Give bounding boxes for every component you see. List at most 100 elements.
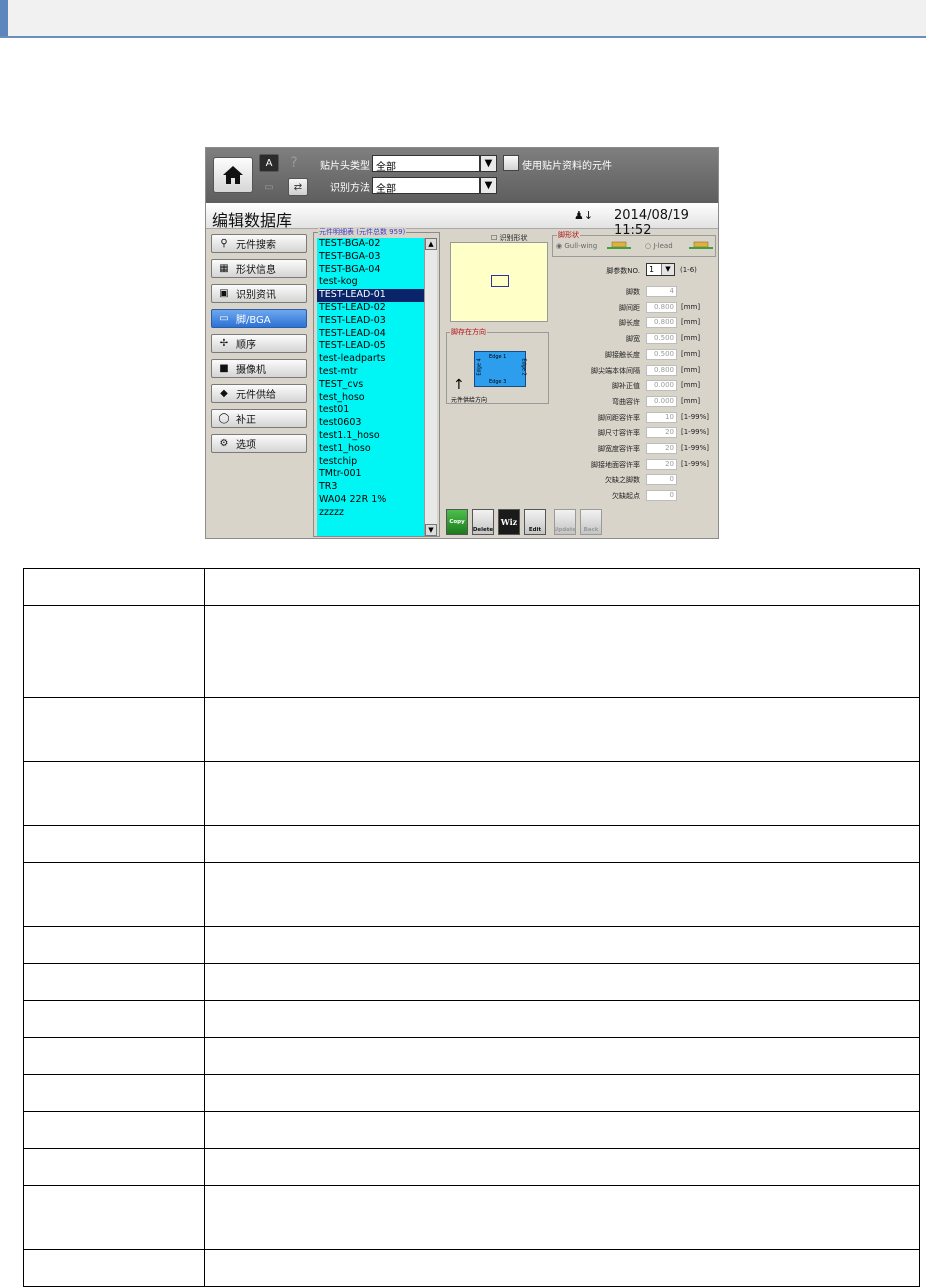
lead-direction-title: 脚存在方向 — [450, 327, 487, 337]
param-label: 脚接触长度 — [605, 350, 640, 359]
title-bar: 编辑数据库 ♟↓ 2014/08/19 11:52 — [206, 203, 718, 238]
table-cell — [23, 1037, 205, 1075]
feeder-icon: ◆ — [220, 388, 228, 399]
nav-item-lead-bga[interactable]: ▭ 脚/BGA — [211, 309, 307, 328]
correction-icon: ◯ — [218, 413, 230, 424]
j-lead-radio[interactable]: ○ J-lead — [645, 242, 673, 250]
list-item[interactable]: test0603 — [317, 417, 424, 430]
param-unit: [1-99%] — [681, 444, 709, 452]
list-item[interactable]: test1.1_hoso — [317, 430, 424, 443]
param-value-field[interactable]: 0.800 — [646, 364, 677, 376]
list-item[interactable]: test01 — [317, 404, 424, 417]
table-cell — [204, 761, 920, 826]
table-cell — [204, 568, 920, 606]
param-unit: [1-99%] — [681, 428, 709, 437]
table-row — [23, 825, 920, 863]
list-item[interactable]: TEST-LEAD-04 — [317, 328, 424, 341]
list-item[interactable]: TEST-LEAD-01 — [317, 289, 424, 302]
recog-icon: ▣ — [219, 288, 229, 299]
scroll-down-icon[interactable]: ▼ — [425, 524, 437, 536]
param-value-field[interactable]: 0.500 — [646, 348, 677, 360]
list-item[interactable]: TMtr-001 — [317, 468, 424, 481]
table-row — [23, 1074, 920, 1112]
param-value-field[interactable]: 0.000 — [646, 380, 677, 392]
param-value-field[interactable]: 0.500 — [646, 333, 677, 345]
list-item[interactable]: TEST-LEAD-02 — [317, 302, 424, 315]
nav-item-options[interactable]: ⚙ 选项 — [211, 434, 307, 453]
page-title: 编辑数据库 — [212, 211, 293, 230]
param-unit: [mm] — [681, 318, 701, 327]
param-label: 欠缺之脚数 — [605, 476, 640, 485]
list-item[interactable]: TEST-LEAD-03 — [317, 315, 424, 328]
list-item[interactable]: test_hoso — [317, 392, 424, 405]
edge-3-label: Edge 3 — [489, 379, 507, 385]
list-item[interactable]: test1_hoso — [317, 443, 424, 456]
use-patch-data-checkbox[interactable] — [503, 155, 519, 171]
list-scrollbar[interactable]: ▲ ▼ — [424, 238, 437, 536]
list-item[interactable]: test-kog — [317, 276, 424, 289]
home-button[interactable] — [213, 157, 253, 193]
table-row — [23, 761, 920, 826]
nav-item-recog[interactable]: ▣ 识别资讯 — [211, 284, 307, 303]
param-label: 脚宽度容许率 — [598, 445, 640, 453]
wiz-button[interactable]: Wiz — [498, 509, 520, 535]
param-value-field[interactable]: 0 — [646, 474, 677, 486]
param-value-field[interactable]: 10 — [646, 411, 677, 423]
param-value-field[interactable]: 4 — [646, 286, 677, 297]
chevron-down-icon[interactable]: ▼ — [480, 177, 497, 194]
text-icon[interactable]: A — [259, 154, 279, 172]
recog-method-select[interactable]: 全部 — [372, 177, 480, 195]
datetime: 2014/08/19 11:52 — [614, 208, 689, 238]
list-item[interactable]: TEST_cvs — [317, 379, 424, 392]
component-list[interactable]: TEST-BGA-02 TEST-BGA-03 TEST-BGA-04 test-ko… — [317, 238, 424, 536]
param-value-field[interactable]: 20 — [646, 427, 677, 439]
param-value-field[interactable]: 20 — [646, 458, 677, 470]
header-strip — [0, 0, 926, 38]
param-value-field[interactable]: 0.000 — [646, 395, 677, 407]
scroll-up-icon[interactable]: ▲ — [425, 238, 437, 250]
param-value-field[interactable]: 0 — [646, 490, 677, 502]
list-item[interactable]: TR3 — [317, 481, 424, 494]
nav-item-camera[interactable]: ■ 摄像机 — [211, 359, 307, 378]
nav-item-order[interactable]: ✢ 顺序 — [211, 334, 307, 353]
gull-wing-radio[interactable]: ◉ Gull-wing — [556, 242, 597, 250]
list-item[interactable]: testchip — [317, 456, 424, 469]
j-lead-icon — [689, 241, 713, 249]
table-cell — [23, 1074, 205, 1112]
chevron-down-icon[interactable]: ▼ — [661, 264, 674, 275]
delete-button[interactable]: Delete — [472, 509, 494, 535]
pin-param-label: 脚参数NO. — [606, 267, 640, 275]
table-cell — [23, 926, 205, 964]
back-button[interactable]: Back — [580, 509, 602, 535]
copy-button[interactable]: Copy — [446, 509, 468, 535]
table-row — [23, 568, 920, 606]
help-icon[interactable]: ? — [284, 154, 304, 172]
edit-button[interactable]: Edit — [524, 509, 546, 535]
list-item[interactable]: WA04 22R 1% — [317, 494, 424, 507]
head-type-select[interactable]: 全部 — [372, 155, 480, 173]
tool-icon[interactable]: ⇄ — [288, 178, 308, 196]
table-cell — [23, 1000, 205, 1038]
list-item[interactable]: TEST-BGA-04 — [317, 264, 424, 277]
nav-item-shape[interactable]: ▦ 形状信息 — [211, 259, 307, 278]
nav-item-correction[interactable]: ◯ 补正 — [211, 409, 307, 428]
list-item[interactable]: TEST-BGA-03 — [317, 251, 424, 264]
nav-item-search[interactable]: ⚲ 元件搜索 — [211, 234, 307, 253]
list-item[interactable]: test-mtr — [317, 366, 424, 379]
barcode-icon[interactable]: ▭ — [259, 178, 279, 196]
table-cell — [23, 761, 205, 826]
param-value-field[interactable]: 0.800 — [646, 317, 677, 329]
chevron-down-icon[interactable]: ▼ — [480, 155, 497, 172]
list-item[interactable]: zzzzz — [317, 507, 424, 520]
list-item[interactable]: TEST-LEAD-05 — [317, 340, 424, 353]
header-accent — [0, 0, 8, 36]
param-value-field[interactable]: 20 — [646, 443, 677, 454]
param-value-field[interactable]: 0.800 — [646, 301, 677, 313]
list-item[interactable]: test-leadparts — [317, 353, 424, 366]
user-icon[interactable]: ♟↓ — [574, 209, 593, 222]
list-item[interactable]: TEST-BGA-02 — [317, 238, 424, 251]
update-button[interactable]: Update — [554, 509, 576, 535]
pin-param-range: (1-6) — [680, 266, 697, 274]
nav-item-feeder[interactable]: ◆ 元件供给 — [211, 384, 307, 403]
table-row — [23, 1148, 920, 1186]
